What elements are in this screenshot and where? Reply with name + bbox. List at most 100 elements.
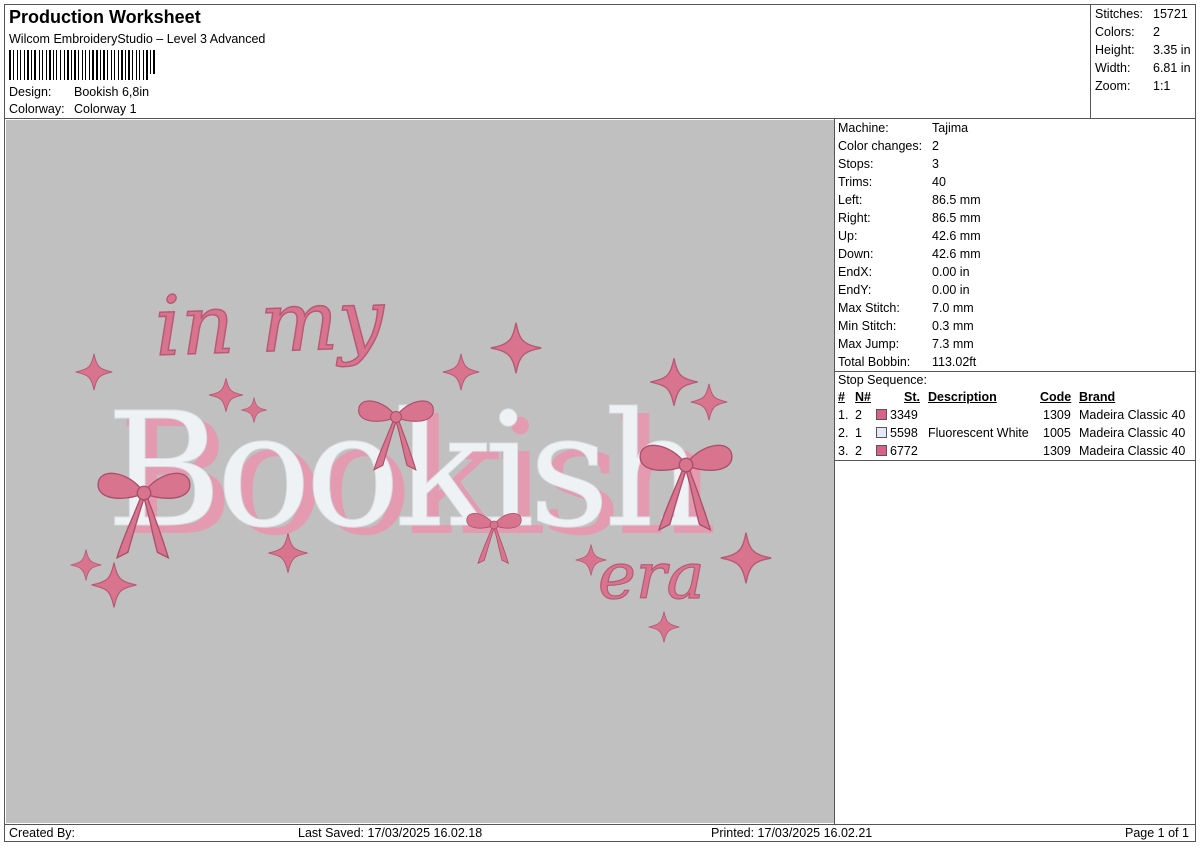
barcode (9, 50, 155, 80)
info-value: 7.3 mm (932, 337, 974, 351)
summary-label: Zoom: (1095, 79, 1131, 93)
barcode-bar (128, 50, 130, 80)
barcode-bar (139, 50, 140, 80)
barcode-bar (85, 50, 86, 80)
col-header-st: St. (904, 390, 920, 404)
summary-value: 2 (1153, 25, 1160, 39)
row-num: 1. (838, 408, 849, 422)
row-num: 3. (838, 444, 849, 458)
col-header-brand: Brand (1079, 390, 1116, 404)
barcode-bar (13, 50, 14, 80)
footer-divider (4, 824, 1196, 825)
barcode-bar (125, 50, 126, 80)
info-label: Trims: (838, 175, 873, 189)
barcode-bar (118, 50, 119, 80)
row-code: 1005 (1043, 426, 1071, 440)
summary-label: Height: (1095, 43, 1135, 57)
color-swatch (876, 427, 887, 438)
col-header-n: N# (855, 390, 871, 404)
row-stitch-code: 5598 (890, 426, 918, 440)
footer-page-number: Page 1 of 1 (1125, 826, 1189, 840)
info-value: 0.3 mm (932, 319, 974, 333)
barcode-bar (114, 50, 115, 80)
info-value: 86.5 mm (932, 193, 981, 207)
barcode-bar (100, 50, 101, 80)
row-stitch-code: 6772 (890, 444, 918, 458)
row-code: 1309 (1043, 408, 1071, 422)
barcode-bar (39, 50, 40, 80)
col-header-num: # (838, 390, 845, 404)
barcode-bar (107, 50, 108, 80)
design-text-era: era (598, 540, 705, 614)
barcode-bar (27, 50, 29, 80)
barcode-bar (132, 50, 133, 80)
barcode-bar (49, 50, 51, 80)
info-label: Machine: (838, 121, 889, 135)
row-code: 1309 (1043, 444, 1071, 458)
info-value: 7.0 mm (932, 301, 974, 315)
page-title: Production Worksheet (9, 7, 201, 27)
info-label: Down: (838, 247, 874, 261)
barcode-bar (82, 50, 83, 80)
colorway-label: Colorway: (9, 102, 65, 116)
summary-value: 15721 (1153, 7, 1188, 21)
barcode-bar (24, 50, 25, 80)
summary-divider (1090, 4, 1091, 118)
barcode-bar (150, 50, 151, 74)
barcode-bar (53, 50, 54, 80)
design-label: Design: (9, 85, 52, 99)
design-artwork: in my Bookish Bookish era (70, 271, 773, 643)
barcode-bar (46, 50, 47, 80)
barcode-bar (103, 50, 105, 80)
info-value: 0.00 in (932, 265, 970, 279)
software-name: Wilcom EmbroideryStudio – Level 3 Advanc… (9, 32, 266, 46)
row-description: Fluorescent White (928, 426, 1029, 440)
barcode-bar (9, 50, 11, 80)
canvas-divider (834, 118, 835, 824)
info-label: Max Stitch: (838, 301, 900, 315)
col-header-description: Description (928, 390, 997, 404)
row-brand: Madeira Classic 40 (1079, 444, 1186, 458)
barcode-bar (60, 50, 61, 80)
info-label: EndY: (838, 283, 872, 297)
info-divider (834, 371, 1196, 372)
row-brand: Madeira Classic 40 (1079, 426, 1186, 440)
barcode-bar (89, 50, 90, 80)
info-label: Min Stitch: (838, 319, 897, 333)
info-value: 0.00 in (932, 283, 970, 297)
color-swatch (876, 445, 887, 456)
barcode-bar (92, 50, 94, 80)
color-swatch (876, 409, 887, 420)
info-value: 86.5 mm (932, 211, 981, 225)
info-value: 40 (932, 175, 946, 189)
info-label: EndX: (838, 265, 873, 279)
barcode-bar (143, 50, 144, 80)
barcode-bar (71, 50, 72, 80)
info-label: Stops: (838, 157, 874, 171)
footer-created-by: Created By: (9, 826, 76, 840)
barcode-bar (20, 50, 21, 80)
info-value: 42.6 mm (932, 247, 981, 261)
barcode-bar (56, 50, 57, 80)
barcode-bar (17, 50, 18, 80)
summary-value: 3.35 in (1153, 43, 1191, 57)
barcode-bar (111, 50, 112, 80)
barcode-bar (136, 50, 137, 80)
summary-label: Colors: (1095, 25, 1135, 39)
info-value: 113.02ft (932, 355, 977, 369)
footer-last-saved: Last Saved: 17/03/2025 16.02.18 (298, 826, 483, 840)
info-value: Tajima (932, 121, 969, 135)
row-needle: 2 (855, 444, 862, 458)
row-brand: Madeira Classic 40 (1079, 408, 1186, 422)
info-label: Total Bobbin: (838, 355, 911, 369)
barcode-bar (121, 50, 123, 80)
header-divider (4, 118, 1196, 119)
row-needle: 2 (855, 408, 862, 422)
summary-label: Width: (1095, 61, 1131, 75)
info-label: Left: (838, 193, 863, 207)
summary-value: 6.81 in (1153, 61, 1191, 75)
summary-label: Stitches: (1095, 7, 1143, 21)
stop-sequence-title: Stop Sequence: (838, 373, 927, 387)
info-value: 3 (932, 157, 939, 171)
barcode-bar (64, 50, 65, 80)
